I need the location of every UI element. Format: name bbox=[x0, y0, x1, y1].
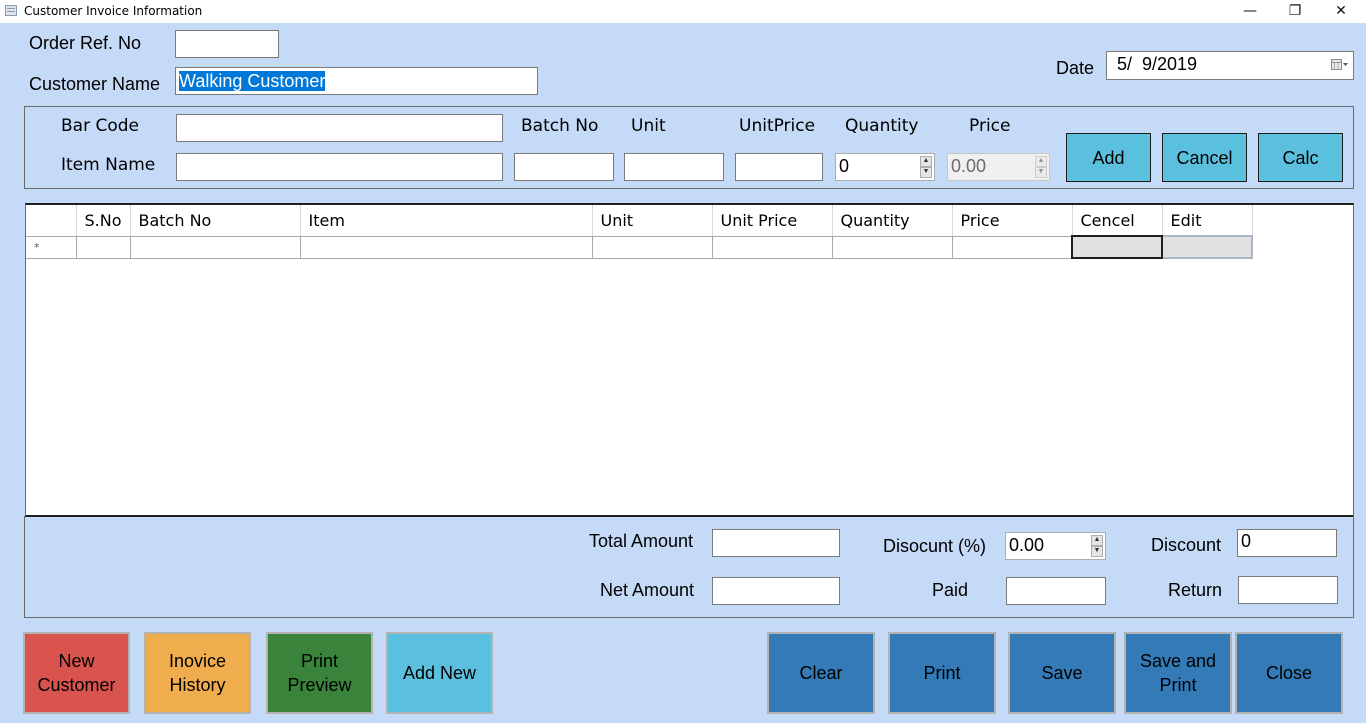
customer-name-input[interactable]: Walking Customer bbox=[175, 67, 538, 95]
customer-name-label: Customer Name bbox=[29, 74, 161, 94]
cell-cancel-button[interactable] bbox=[1071, 235, 1163, 259]
return-label: Return bbox=[1168, 580, 1223, 600]
cell-batch-no[interactable] bbox=[130, 236, 301, 259]
column-header-item[interactable]: Item bbox=[300, 205, 593, 237]
column-header-quantity[interactable]: Quantity bbox=[832, 205, 953, 237]
price-label: Price bbox=[969, 116, 1011, 136]
batch-no-label: Batch No bbox=[521, 116, 599, 136]
add-new-button[interactable]: Add New bbox=[386, 632, 493, 714]
close-window-button[interactable]: ✕ bbox=[1318, 0, 1364, 23]
table-row[interactable]: * bbox=[26, 235, 1253, 259]
add-item-button[interactable]: Add bbox=[1066, 133, 1151, 182]
column-header-batch-no[interactable]: Batch No bbox=[130, 205, 301, 237]
spin-down-icon[interactable]: ▼ bbox=[920, 167, 932, 178]
spin-up-icon[interactable]: ▲ bbox=[920, 156, 932, 167]
print-preview-button[interactable]: Print Preview bbox=[266, 632, 373, 714]
cancel-item-button[interactable]: Cancel bbox=[1162, 133, 1247, 182]
cell-item[interactable] bbox=[300, 236, 593, 259]
app-icon bbox=[5, 5, 17, 16]
cell-unit[interactable] bbox=[592, 236, 713, 259]
unit-price-label: UnitPrice bbox=[739, 116, 816, 136]
paid-label: Paid bbox=[932, 580, 969, 600]
print-button[interactable]: Print bbox=[888, 632, 996, 714]
barcode-input[interactable] bbox=[176, 114, 503, 142]
spin-down-icon: ▼ bbox=[1035, 167, 1047, 178]
quantity-label: Quantity bbox=[845, 116, 919, 136]
cell-price[interactable] bbox=[952, 236, 1073, 259]
unit-price-input[interactable] bbox=[735, 153, 823, 181]
unit-input[interactable] bbox=[624, 153, 724, 181]
spin-up-icon[interactable]: ▲ bbox=[1091, 535, 1103, 546]
invoice-history-button[interactable]: Inovice History bbox=[144, 632, 251, 714]
date-label: Date bbox=[1056, 58, 1095, 78]
spin-up-icon: ▲ bbox=[1035, 156, 1047, 167]
spin-down-icon[interactable]: ▼ bbox=[1091, 546, 1103, 557]
save-and-print-button[interactable]: Save and Print bbox=[1124, 632, 1232, 714]
window-title: Customer Invoice Information bbox=[24, 4, 203, 18]
grid-header-row: S.No Batch No Item Unit Unit Price Quant… bbox=[26, 205, 1253, 237]
quantity-stepper[interactable]: 0 ▲ ▼ bbox=[835, 153, 935, 181]
batch-no-input[interactable] bbox=[514, 153, 614, 181]
date-picker[interactable]: 5/ 9/2019 bbox=[1106, 51, 1354, 80]
column-header-edit[interactable]: Edit bbox=[1162, 205, 1253, 237]
total-amount-label: Total Amount bbox=[589, 531, 694, 551]
save-button[interactable]: Save bbox=[1008, 632, 1116, 714]
new-row-marker: * bbox=[26, 236, 77, 259]
calc-button[interactable]: Calc bbox=[1258, 133, 1343, 182]
new-customer-button[interactable]: New Customer bbox=[23, 632, 130, 714]
total-amount-input[interactable] bbox=[712, 529, 840, 557]
price-stepper: 0.00 ▲ ▼ bbox=[947, 153, 1050, 181]
discount-input[interactable]: 0 bbox=[1237, 529, 1337, 557]
return-input[interactable] bbox=[1238, 576, 1338, 604]
cell-unit-price[interactable] bbox=[712, 236, 833, 259]
discount-percent-stepper[interactable]: 0.00 ▲ ▼ bbox=[1005, 532, 1106, 560]
column-header-sno[interactable]: S.No bbox=[76, 205, 131, 237]
column-header-unit-price[interactable]: Unit Price bbox=[712, 205, 833, 237]
column-header-price[interactable]: Price bbox=[952, 205, 1073, 237]
title-bar: Customer Invoice Information — ❐ ✕ bbox=[0, 0, 1366, 23]
row-header-column bbox=[26, 205, 77, 237]
net-amount-input[interactable] bbox=[712, 577, 840, 605]
cell-quantity[interactable] bbox=[832, 236, 953, 259]
column-header-unit[interactable]: Unit bbox=[592, 205, 713, 237]
unit-label: Unit bbox=[631, 116, 666, 136]
calendar-dropdown-icon[interactable] bbox=[1331, 59, 1349, 71]
item-name-label: Item Name bbox=[61, 155, 156, 175]
minimize-button[interactable]: — bbox=[1227, 0, 1273, 23]
invoice-items-grid[interactable]: S.No Batch No Item Unit Unit Price Quant… bbox=[25, 203, 1354, 517]
item-name-input[interactable] bbox=[176, 153, 503, 181]
discount-label: Discount bbox=[1151, 535, 1222, 555]
order-ref-label: Order Ref. No bbox=[29, 33, 142, 53]
cell-edit-button[interactable] bbox=[1161, 235, 1253, 259]
close-button[interactable]: Close bbox=[1235, 632, 1343, 714]
order-ref-input[interactable] bbox=[175, 30, 279, 58]
paid-input[interactable] bbox=[1006, 577, 1106, 605]
column-header-cancel[interactable]: Cencel bbox=[1072, 205, 1163, 237]
restore-button[interactable]: ❐ bbox=[1272, 0, 1318, 23]
cell-sno[interactable] bbox=[76, 236, 131, 259]
net-amount-label: Net Amount bbox=[600, 580, 695, 600]
barcode-label: Bar Code bbox=[61, 116, 139, 136]
discount-percent-label: Disocunt (%) bbox=[883, 536, 987, 556]
clear-button[interactable]: Clear bbox=[767, 632, 875, 714]
